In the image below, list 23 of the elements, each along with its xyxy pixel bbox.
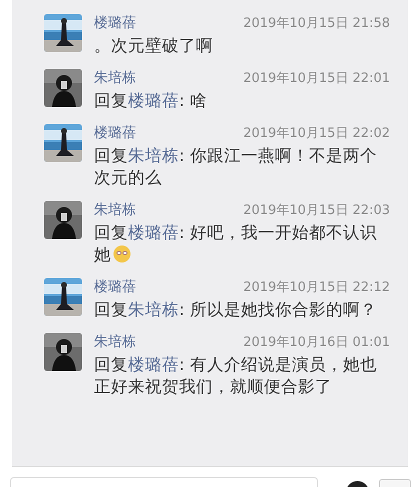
reply-name-link[interactable]: 楼璐蓓 bbox=[128, 223, 179, 242]
timestamp: 2019年10月15日 22:03 bbox=[243, 202, 390, 219]
timestamp: 2019年10月15日 22:02 bbox=[243, 125, 390, 142]
author-name[interactable]: 朱培栋 bbox=[94, 69, 136, 87]
author-name[interactable]: 楼璐蓓 bbox=[94, 278, 136, 296]
reply-name-link[interactable]: 楼璐蓓 bbox=[128, 355, 179, 374]
comment-text: 。次元壁破了啊 bbox=[94, 35, 214, 57]
comment-text: 回复楼璐蓓: 有人介绍说是演员，她也正好来祝贺我们，就顺便合影了 bbox=[94, 354, 378, 398]
comment-text: 回复楼璐蓓: 好吧，我一开始都不认识她 bbox=[94, 222, 378, 266]
author-name[interactable]: 楼璐蓓 bbox=[94, 14, 136, 32]
timestamp: 2019年10月15日 22:01 bbox=[243, 70, 390, 87]
author-name[interactable]: 朱培栋 bbox=[94, 201, 136, 219]
reply-name-link[interactable]: 朱培栋 bbox=[128, 146, 179, 165]
comment-text: 回复朱培栋: 所以是她找你合影的啊？ bbox=[94, 299, 378, 321]
comment-text: 回复朱培栋: 你跟江一燕啊！不是两个次元的么 bbox=[94, 145, 378, 189]
timestamp: 2019年10月16日 01:01 bbox=[243, 334, 390, 351]
author-name[interactable]: 楼璐蓓 bbox=[94, 124, 136, 142]
timestamp: 2019年10月15日 22:12 bbox=[243, 279, 390, 296]
timestamp: 2019年10月15日 21:58 bbox=[243, 15, 390, 32]
reply-name-link[interactable]: 楼璐蓓 bbox=[128, 91, 179, 110]
author-name[interactable]: 朱培栋 bbox=[94, 333, 136, 351]
comment-text: 回复楼璐蓓: 啥 bbox=[94, 90, 208, 112]
reply-name-link[interactable]: 朱培栋 bbox=[128, 300, 179, 319]
